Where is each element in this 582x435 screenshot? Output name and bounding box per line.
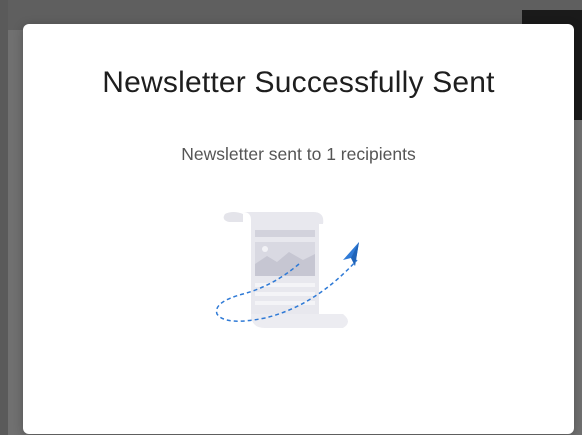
dialog-message: Newsletter sent to 1 recipients: [181, 144, 416, 164]
scroll-text-line: [255, 292, 315, 296]
scroll-top-curl: [223, 212, 243, 222]
success-dialog: Newsletter Successfully Sent Newsletter …: [23, 24, 574, 434]
newsletter-sent-illustration: [215, 212, 359, 328]
scroll-text-line: [255, 301, 315, 305]
background-left-strip: [0, 0, 8, 435]
scroll-image-sun: [262, 246, 268, 252]
scroll-bottom-tail: [251, 314, 348, 328]
dialog-title: Newsletter Successfully Sent: [102, 66, 495, 99]
scroll-header-bar: [255, 230, 315, 237]
scroll-text-line: [255, 283, 315, 287]
